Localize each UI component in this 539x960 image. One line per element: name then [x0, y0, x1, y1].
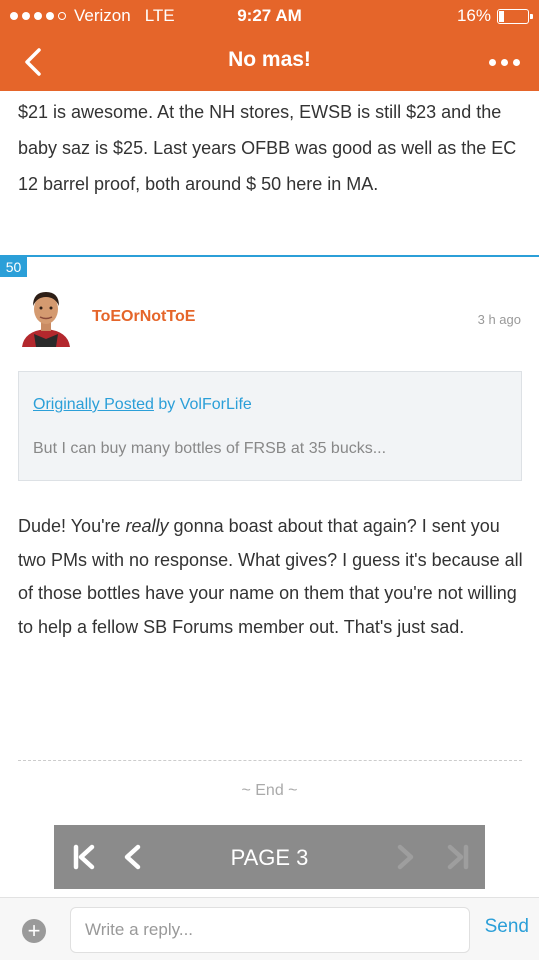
more-dot — [512, 58, 520, 66]
quote-source-link[interactable]: Originally Posted — [33, 396, 154, 413]
quote-header: Originally Posted by VolForLife — [33, 396, 252, 414]
post-time: 3 h ago — [477, 312, 521, 327]
last-page-icon — [447, 844, 469, 870]
send-button[interactable]: Send — [485, 916, 529, 938]
last-page-button[interactable] — [440, 839, 476, 875]
page-title: No mas! — [228, 48, 311, 71]
next-page-button[interactable] — [388, 839, 424, 875]
battery-fill — [499, 10, 504, 22]
post-number-badge: 50 — [0, 257, 27, 277]
post-body-start: Dude! You're — [18, 516, 126, 536]
avatar-image — [22, 292, 70, 347]
battery-icon — [497, 8, 533, 24]
avatar[interactable] — [20, 287, 72, 347]
previous-post-text: $21 is awesome. At the NH stores, EWSB i… — [18, 102, 517, 194]
chevron-right-icon — [397, 844, 414, 870]
battery-area: 16% — [456, 6, 533, 26]
more-options-button[interactable] — [481, 47, 527, 77]
quote-text: But I can buy many bottles of FRSB at 35… — [33, 440, 387, 457]
post-body-emphasis: really — [125, 516, 169, 536]
post-body: Dude! You're really gonna boast about th… — [18, 510, 523, 644]
more-dot — [488, 58, 496, 66]
quote-author: by VolForLife — [153, 396, 252, 413]
more-dot — [500, 58, 508, 66]
author-name[interactable]: ToEOrNotToE — [92, 308, 195, 326]
quote-box: Originally Posted by VolForLife But I ca… — [18, 371, 522, 481]
pagination-bar: PAGE 3 — [54, 825, 485, 889]
reply-bar: + Send — [0, 897, 539, 960]
post-divider — [0, 255, 539, 257]
reply-input[interactable] — [70, 907, 470, 953]
add-attachment-button[interactable]: + — [22, 919, 46, 943]
status-bar: Verizon LTE 9:27 AM 16% — [0, 0, 539, 33]
end-label: ~ End ~ — [241, 782, 298, 799]
end-divider — [18, 760, 522, 761]
battery-percent: 16% — [456, 6, 491, 25]
nav-bar: No mas! — [0, 33, 539, 91]
